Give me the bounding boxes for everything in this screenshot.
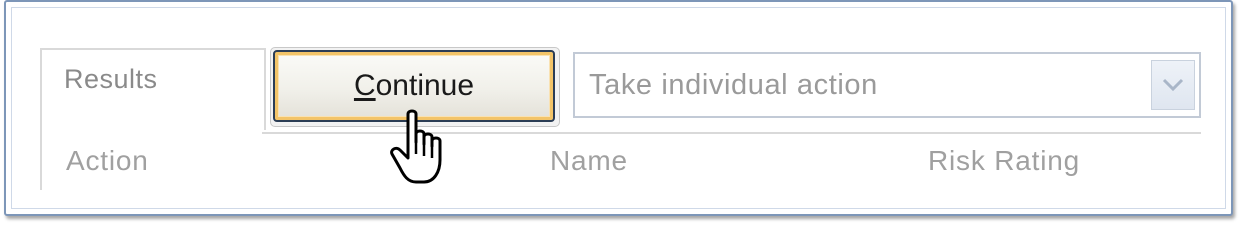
hand-pointer-icon (390, 109, 442, 184)
chevron-down-icon (1162, 78, 1184, 92)
dropdown-button[interactable] (1151, 60, 1195, 110)
grid-left-border (40, 128, 42, 190)
tab-results-label: Results (64, 64, 158, 94)
action-select-value: Take individual action (589, 69, 878, 101)
column-header-risk-rating[interactable]: Risk Rating (928, 145, 1080, 177)
continue-button-mnemonic: C (353, 69, 376, 102)
column-header-action[interactable]: Action (66, 145, 149, 177)
tab-results[interactable]: Results (40, 48, 266, 130)
continue-button-label-rest: ontinue (375, 69, 475, 102)
column-header-name[interactable]: Name (550, 145, 628, 177)
action-select[interactable]: Take individual action (573, 52, 1201, 118)
continue-button-label: Continue (354, 69, 474, 103)
